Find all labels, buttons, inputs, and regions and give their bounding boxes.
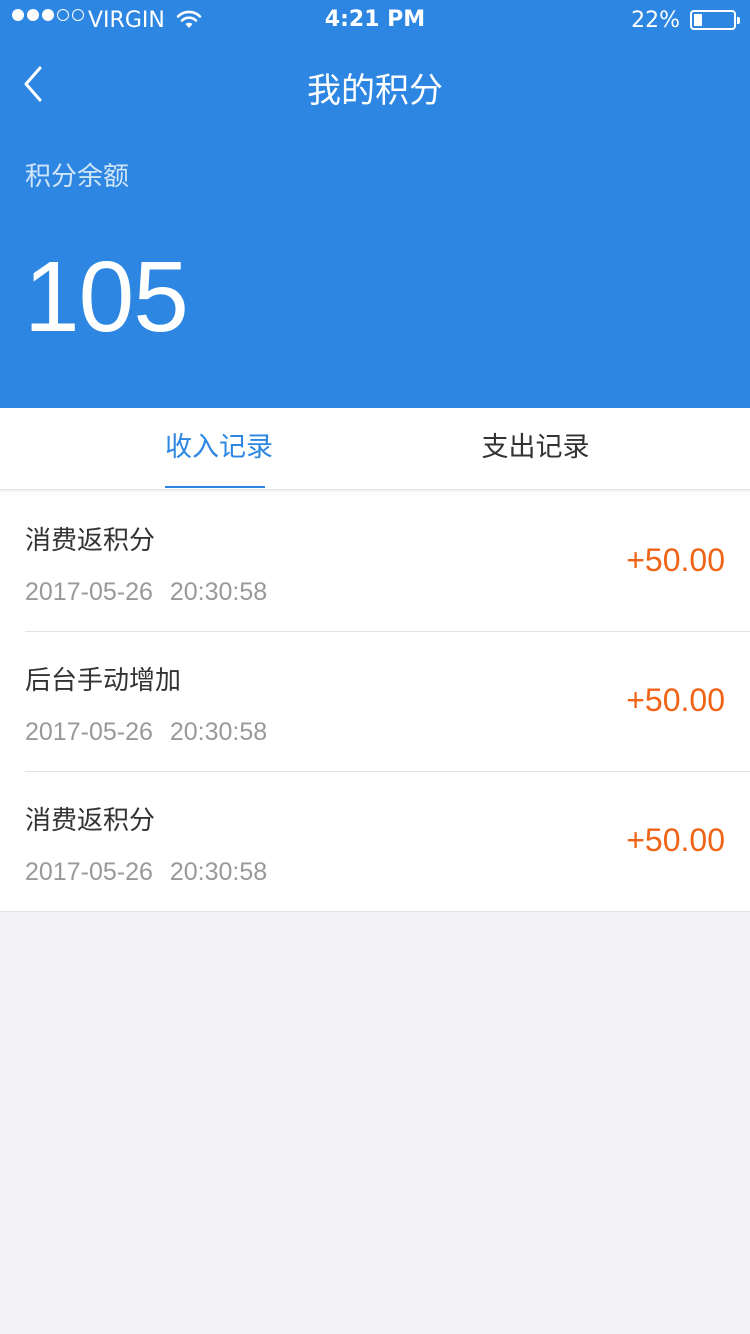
record-time: 2017-05-26 20:30:58 [25,718,268,746]
record-title: 后台手动增加 [25,666,182,696]
tab-expense-records[interactable]: 支出记录 [348,408,723,490]
balance-label: 积分余额 [25,162,130,192]
list-item[interactable]: 消费返积分 2017-05-26 20:30:58 +50.00 [0,772,750,912]
battery-percent: 22% [631,8,680,33]
record-tabs: 收入记录 支出记录 [0,408,750,490]
list-item[interactable]: 后台手动增加 2017-05-26 20:30:58 +50.00 [0,632,750,772]
record-title: 消费返积分 [25,806,156,836]
battery-icon [690,10,740,30]
nav-bar: 我的积分 [0,40,750,128]
header-panel: VIRGIN 4:21 PM 22% 我的积分 积分余额 105 [0,0,750,408]
active-tab-indicator [165,486,265,488]
list-item[interactable]: 消费返积分 2017-05-26 20:30:58 +50.00 [0,492,750,632]
record-amount: +50.00 [626,682,725,718]
record-amount: +50.00 [626,822,725,858]
battery-level [694,14,702,26]
balance-value: 105 [24,241,189,353]
record-time: 2017-05-26 20:30:58 [25,578,268,606]
record-time: 2017-05-26 20:30:58 [25,858,268,886]
record-amount: +50.00 [626,542,725,578]
divider [0,911,750,912]
record-title: 消费返积分 [25,526,156,556]
status-bar: VIRGIN 4:21 PM 22% [0,0,750,40]
tab-income-records[interactable]: 收入记录 [28,408,403,490]
page-title: 我的积分 [307,71,443,111]
record-list: 消费返积分 2017-05-26 20:30:58 +50.00 后台手动增加 … [0,492,750,912]
